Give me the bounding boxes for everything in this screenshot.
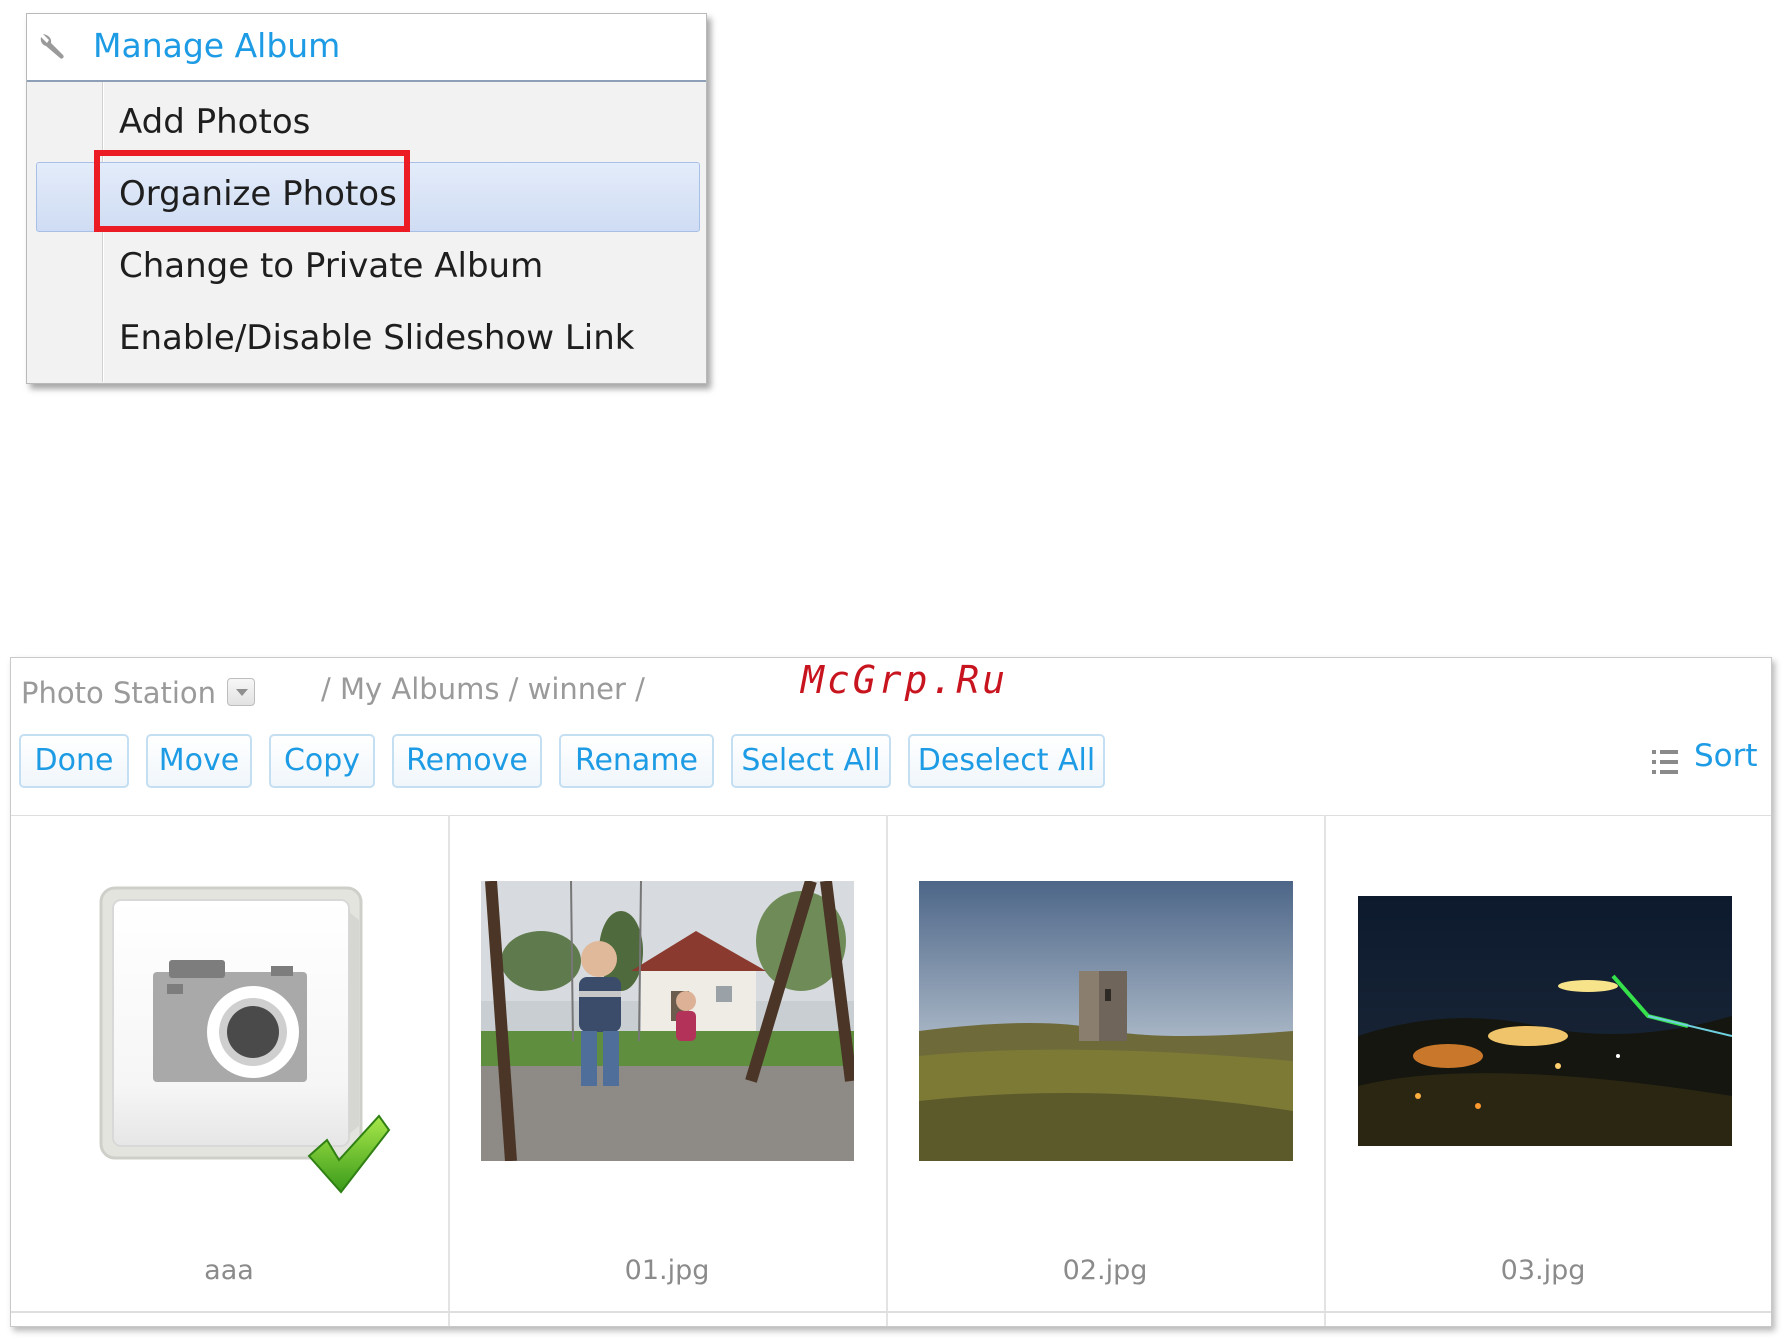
rename-button[interactable]: Rename <box>559 734 714 788</box>
chevron-down-icon[interactable] <box>227 678 255 706</box>
watermark: McGrp.Ru <box>801 658 1009 702</box>
column-separator <box>1324 815 1326 1326</box>
menu-gutter <box>102 82 104 382</box>
sort-button[interactable]: Sort <box>1694 738 1758 774</box>
menu-item-slideshow-link[interactable]: Enable/Disable Slideshow Link <box>119 318 634 358</box>
photo-station-panel: Photo Station / My Albums / winner / McG… <box>10 657 1772 1327</box>
item-caption-03: 03.jpg <box>1500 1255 1586 1286</box>
list-icon[interactable] <box>1652 748 1678 776</box>
item-caption-aaa: aaa <box>204 1255 254 1286</box>
photo-thumbnail-02[interactable] <box>919 881 1293 1161</box>
grid-divider <box>11 815 1771 816</box>
breadcrumb[interactable]: / My Albums / winner / <box>321 672 645 706</box>
menu-item-add-photos[interactable]: Add Photos <box>119 102 310 142</box>
photo-station-title: Photo Station <box>21 676 217 710</box>
item-caption-01: 01.jpg <box>624 1255 710 1286</box>
move-button[interactable]: Move <box>146 734 252 788</box>
item-caption-02: 02.jpg <box>1062 1255 1148 1286</box>
done-button[interactable]: Done <box>19 734 129 788</box>
photo-thumbnail-01[interactable] <box>481 881 854 1161</box>
camera-icon <box>153 960 307 1082</box>
menu-item-change-to-private[interactable]: Change to Private Album <box>119 246 543 286</box>
manage-album-title[interactable]: Manage Album <box>93 26 340 65</box>
copy-button[interactable]: Copy <box>269 734 375 788</box>
highlight-annotation-box <box>94 150 410 232</box>
column-separator <box>886 815 888 1326</box>
menu-header[interactable]: Manage Album <box>27 14 706 82</box>
select-all-button[interactable]: Select All <box>731 734 891 788</box>
deselect-all-button[interactable]: Deselect All <box>908 734 1105 788</box>
album-thumbnail[interactable] <box>91 886 391 1216</box>
remove-button[interactable]: Remove <box>392 734 542 788</box>
manage-album-menu: Manage Album Add Photos Organize Photos … <box>26 13 707 384</box>
wrench-icon <box>40 34 64 59</box>
column-separator <box>448 815 450 1326</box>
photo-thumbnail-03[interactable] <box>1358 896 1732 1146</box>
row-divider <box>11 1311 1771 1313</box>
